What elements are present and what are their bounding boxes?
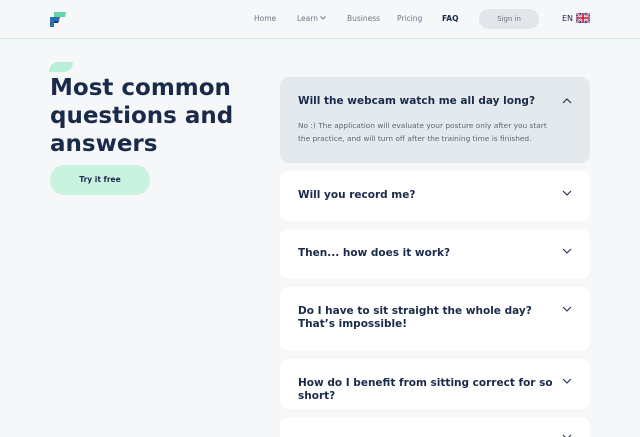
decorative-accent-shape [48,62,74,72]
faq-question[interactable]: Then... how does it work? [298,247,558,260]
faq-item[interactable] [280,417,590,437]
chevron-down-icon[interactable] [562,190,572,197]
uk-flag-icon[interactable] [576,13,590,23]
faq-answer: No :) The application will evaluate your… [298,121,547,143]
nav-link-learn-label: Learn [297,14,318,23]
nav-link-business[interactable]: Business [347,14,380,23]
language-selector[interactable]: EN [562,14,573,23]
try-it-free-button[interactable]: Try it free [50,165,150,195]
brand-logo-icon[interactable] [50,12,66,27]
page-title: Most common questions and answers [50,75,234,157]
chevron-down-icon[interactable] [562,248,572,255]
chevron-down-icon[interactable] [562,306,572,313]
faq-item[interactable]: Will the webcam watch me all day long? N… [280,77,590,163]
nav-link-faq[interactable]: FAQ [442,14,458,23]
faq-item[interactable]: Do I have to sit straight the whole day?… [280,287,590,351]
nav-link-home[interactable]: Home [254,14,276,23]
top-navbar: Home Learn Business Pricing FAQ Sign in … [0,0,640,39]
faq-item[interactable]: Will you record me? [280,171,590,221]
faq-question[interactable]: Do I have to sit straight the whole day?… [298,305,548,331]
chevron-down-icon[interactable] [562,378,572,385]
faq-question[interactable]: Will the webcam watch me all day long? [298,95,558,108]
nav-link-learn[interactable]: Learn [297,14,326,23]
sign-in-button[interactable]: Sign in [479,9,539,29]
faq-question[interactable]: How do I benefit from sitting correct fo… [298,377,568,403]
faq-question[interactable]: Will you record me? [298,189,558,202]
nav-link-pricing[interactable]: Pricing [397,14,422,23]
faq-item[interactable]: How do I benefit from sitting correct fo… [280,359,590,409]
chevron-down-icon [320,16,326,20]
faq-item[interactable]: Then... how does it work? [280,229,590,279]
chevron-up-icon[interactable] [562,97,572,104]
